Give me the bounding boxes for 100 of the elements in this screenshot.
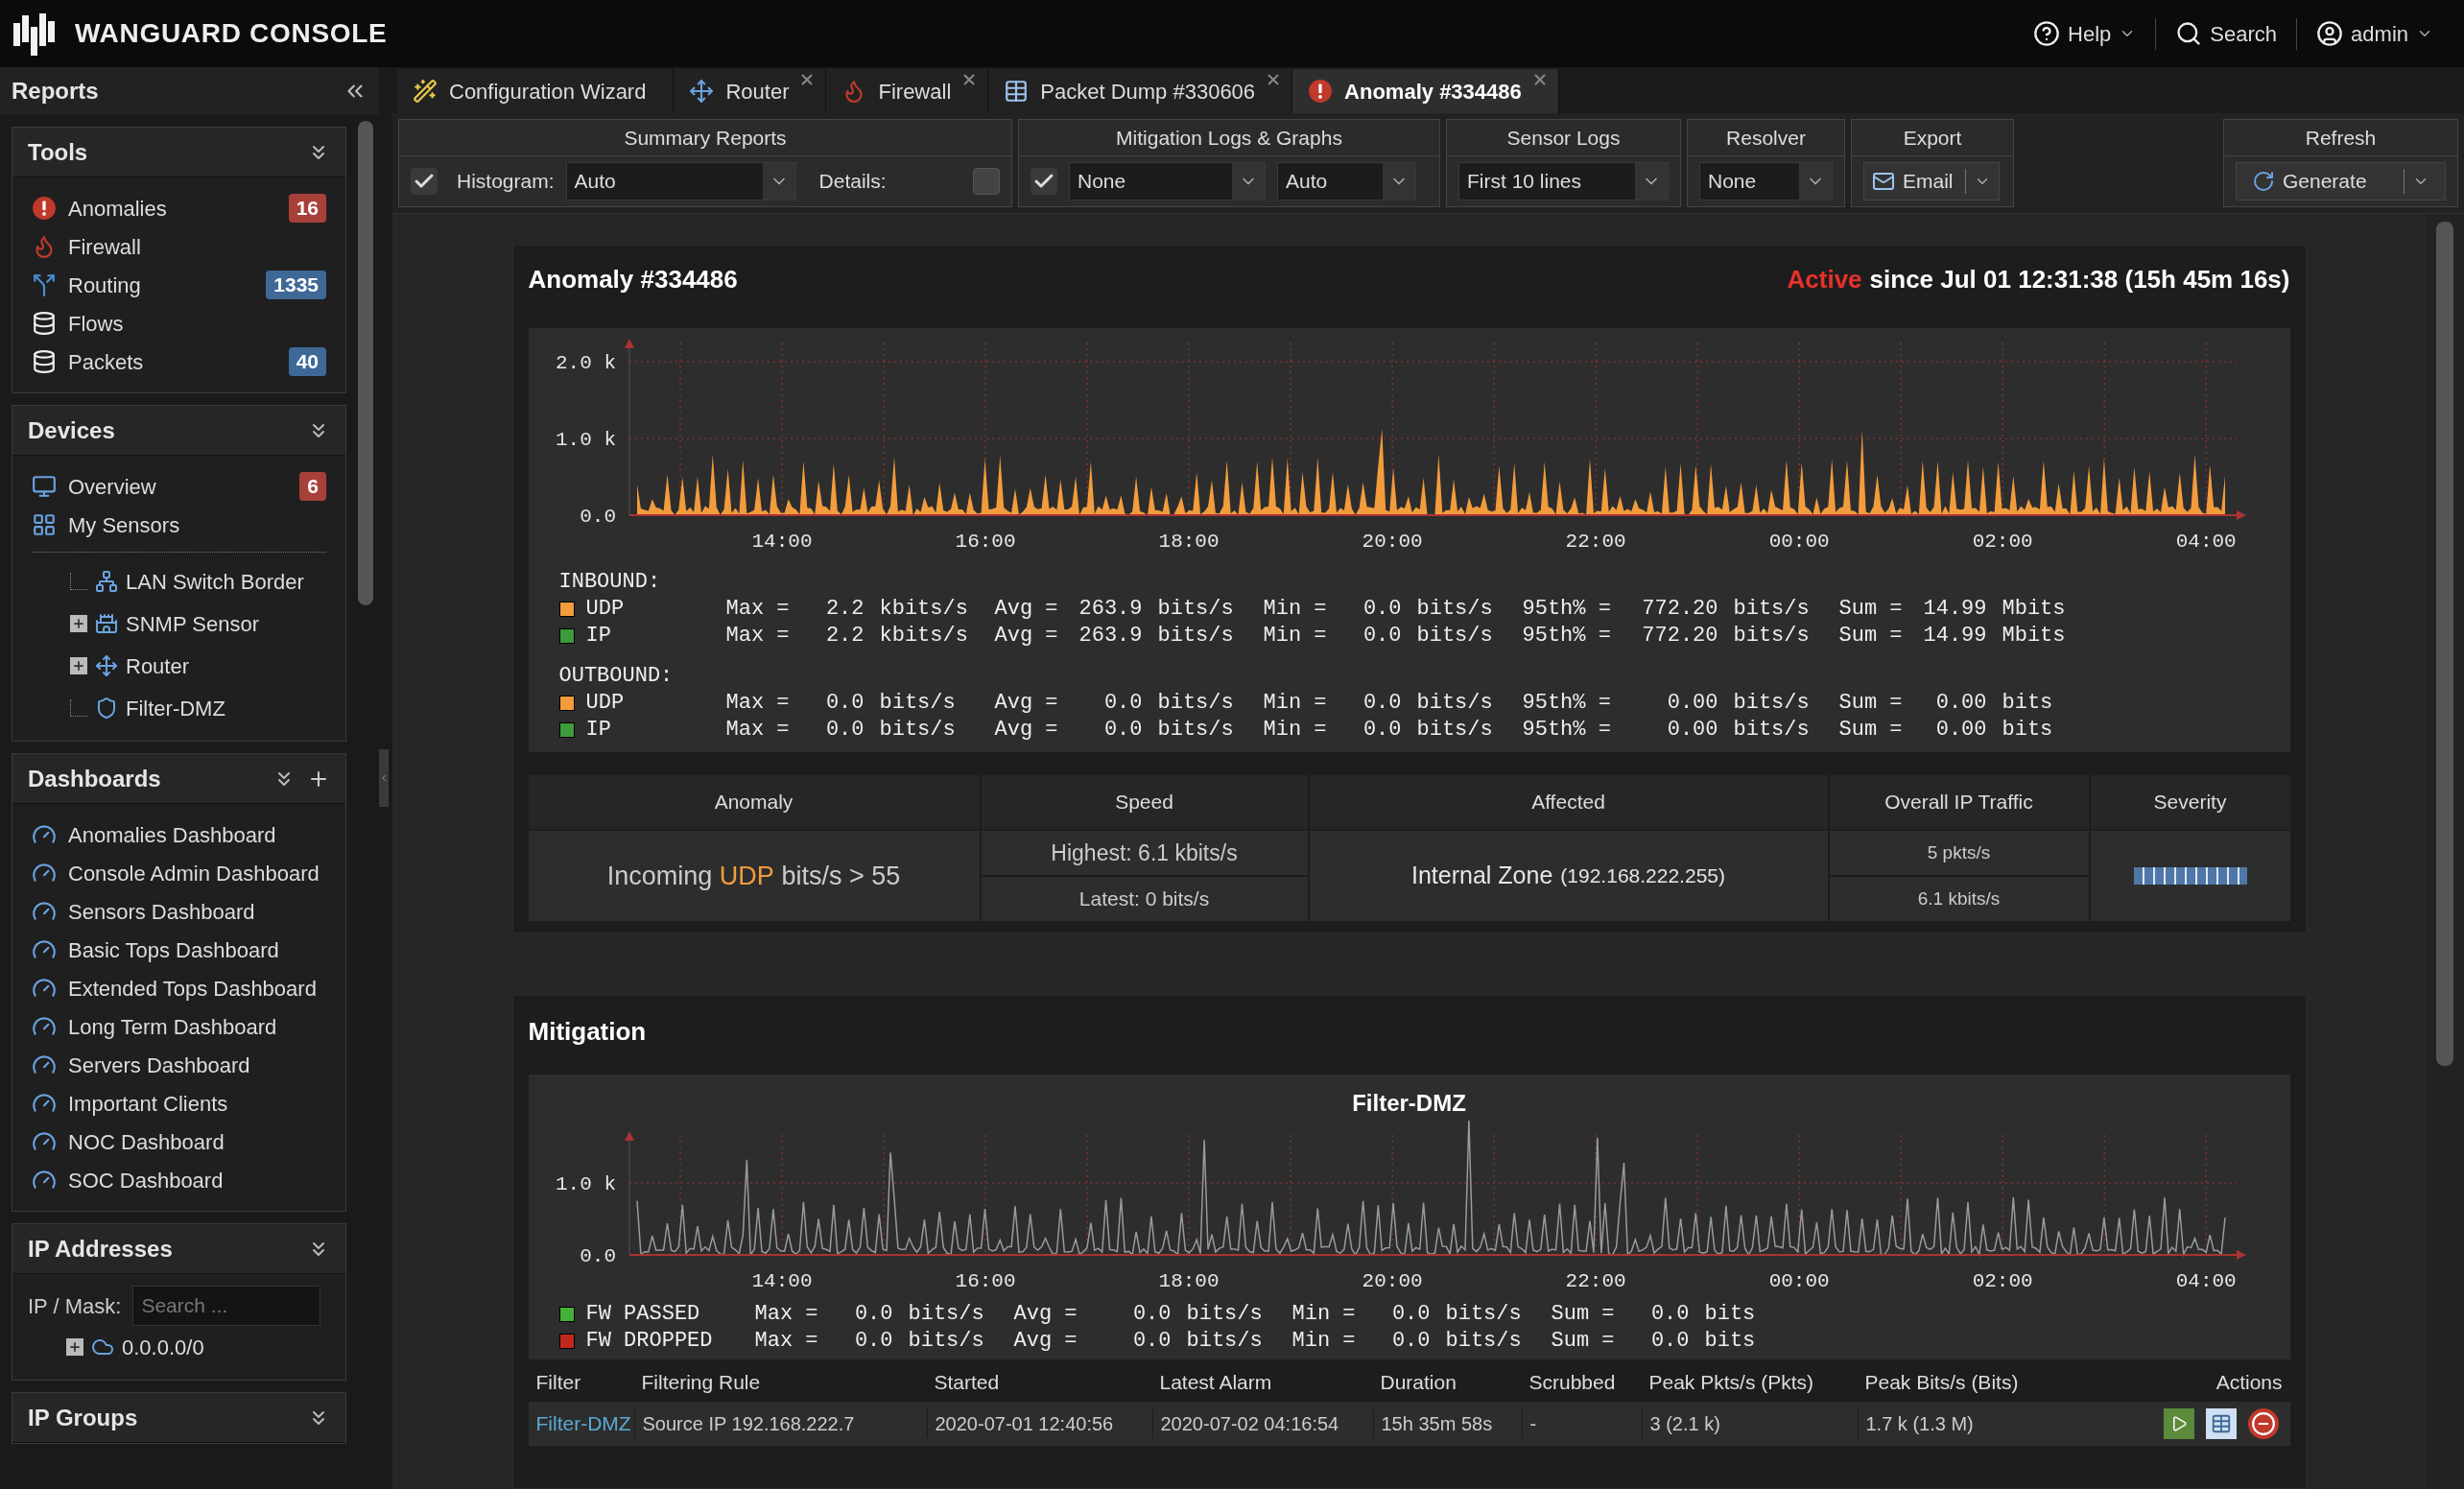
stat-text: bits/s [907, 1301, 985, 1328]
close-icon[interactable] [1532, 73, 1547, 86]
table-cell: 1.7 k (1.3 M) [1857, 1409, 2112, 1438]
expand-toggle[interactable] [70, 615, 87, 632]
play-button[interactable] [2163, 1408, 2194, 1439]
series-name: FW PASSED [585, 1301, 700, 1328]
stat-text: 0.0 [1102, 690, 1144, 717]
series-name: IP [585, 623, 611, 650]
sidebar-item[interactable]: Firewall [68, 230, 141, 263]
plus-icon [72, 617, 85, 630]
grid-icon [32, 512, 57, 537]
stat-text: 0.0 [1649, 1328, 1691, 1355]
sidebar-item[interactable]: Extended Tops Dashboard [68, 972, 317, 1004]
help-icon [2033, 20, 2061, 47]
tree-item[interactable]: Router [126, 650, 190, 682]
tab[interactable]: Router [674, 69, 827, 113]
y-tick-label: 1.0 k [555, 429, 616, 451]
sidebar-item[interactable]: SOC Dashboard [68, 1164, 224, 1196]
menu-button[interactable]: Help [2033, 17, 2137, 50]
sidebar-item[interactable]: Overview [68, 470, 156, 503]
sidebar-item[interactable]: Basic Tops Dashboard [68, 934, 279, 966]
tab[interactable]: Anomaly #334486 [1292, 69, 1559, 113]
sidebar-item[interactable]: Console Admin Dashboard [68, 857, 320, 889]
scrollbar-thumb[interactable] [358, 121, 373, 605]
alert-icon [32, 196, 57, 221]
tab[interactable]: Packet Dump #330606 [988, 69, 1293, 113]
tab[interactable]: Firewall [826, 69, 989, 113]
menu-button[interactable]: Search [2175, 17, 2278, 50]
stat-text: 0.00 [1934, 690, 1988, 717]
user-icon [2316, 20, 2344, 47]
refresh-icon [2252, 170, 2275, 193]
tree-item[interactable]: SNMP Sensor [126, 607, 259, 640]
column-header: Started [933, 1370, 1001, 1396]
mail-icon [1872, 170, 1895, 193]
stat-text: Sum = [1837, 596, 1903, 623]
generate-button[interactable]: Generate [2236, 162, 2446, 201]
sidebar-item[interactable]: Anomalies Dashboard [68, 818, 276, 851]
sidebar-item[interactable]: Long Term Dashboard [68, 1010, 277, 1043]
stat-text: Avg = [993, 717, 1058, 744]
dropdown[interactable]: None [1069, 162, 1266, 201]
stat-text: 14.99 [1922, 623, 1988, 650]
legend-heading: OUTBOUND: [558, 663, 675, 687]
stat-text: 2.2 [824, 596, 865, 623]
sidebar-item[interactable]: Anomalies [68, 192, 167, 225]
tree-item[interactable]: LAN Switch Border [126, 565, 304, 598]
series-name: UDP [585, 596, 625, 623]
sidebar-item[interactable]: Important Clients [68, 1087, 228, 1120]
stat-text: Max = [753, 1301, 818, 1328]
sidebar-item[interactable]: Packets [68, 345, 144, 378]
checkbox[interactable] [411, 168, 438, 195]
menu-button[interactable]: admin [2316, 17, 2433, 50]
stat-text: 0.0 [824, 690, 865, 717]
stat-text: bits/s [1415, 596, 1494, 623]
expand-toggle[interactable] [70, 657, 87, 674]
dropdown[interactable]: None [1699, 162, 1833, 201]
stat-text: Min = [1291, 1328, 1356, 1355]
stat-text: bits/s [1185, 1301, 1264, 1328]
tab[interactable]: Configuration Wizard [397, 69, 675, 113]
x-tick-label: 16:00 [955, 1270, 1016, 1292]
tree-item[interactable]: Filter-DMZ [126, 692, 225, 724]
group-title: Refresh [2224, 120, 2457, 156]
group-title: Resolver [1688, 120, 1844, 156]
stat-text: 772.20 [1641, 596, 1719, 623]
close-icon[interactable] [962, 73, 977, 86]
search-field[interactable]: Search ... [132, 1286, 321, 1326]
group-title: Sensor Logs [1447, 120, 1680, 156]
database-icon [32, 349, 57, 374]
table-cell: 6.1 kbits/s [1829, 877, 2089, 921]
sidebar-item[interactable]: Servers Dashboard [68, 1049, 250, 1081]
sidebar-item[interactable]: Sensors Dashboard [68, 895, 255, 928]
stat-text: 95th% = [1521, 596, 1612, 623]
x-tick-label: 04:00 [2175, 531, 2237, 553]
dropdown[interactable]: Auto [565, 162, 796, 201]
dropdown[interactable]: Auto [1277, 162, 1416, 201]
stat-text: kbits/s [878, 596, 969, 623]
email-button[interactable]: Email [1863, 162, 2000, 201]
close-icon[interactable] [800, 73, 815, 86]
x-tick-label: 22:00 [1565, 1270, 1626, 1292]
stat-text: Min = [1262, 690, 1327, 717]
dropdown[interactable]: First 10 lines [1458, 162, 1669, 201]
scrollbar-thumb[interactable] [2436, 222, 2453, 1066]
tree-item[interactable]: 0.0.0.0/0 [122, 1331, 204, 1363]
expand-toggle[interactable] [66, 1338, 83, 1356]
sidebar-item[interactable]: Flows [68, 307, 124, 340]
collapse-handle[interactable] [379, 749, 389, 807]
stat-text: 0.0 [1362, 690, 1403, 717]
close-icon[interactable] [1267, 73, 1281, 86]
stat-text: 0.0 [853, 1328, 894, 1355]
table-cell: - [1521, 1409, 1642, 1438]
checkbox[interactable] [973, 168, 1000, 195]
sidebar-item[interactable]: Routing [68, 269, 141, 301]
remove-button[interactable] [2247, 1408, 2279, 1439]
report-button[interactable] [2205, 1408, 2237, 1439]
stat-text: Avg = [1012, 1328, 1078, 1355]
stat-text: 0.0 [1131, 1328, 1173, 1355]
filter-link[interactable]: Filter-DMZ [535, 1412, 631, 1435]
sidebar-item[interactable]: My Sensors [68, 508, 180, 541]
app-title: WANGUARD CONSOLE [75, 17, 388, 50]
sidebar-item[interactable]: NOC Dashboard [68, 1125, 225, 1158]
checkbox[interactable] [1031, 168, 1057, 195]
